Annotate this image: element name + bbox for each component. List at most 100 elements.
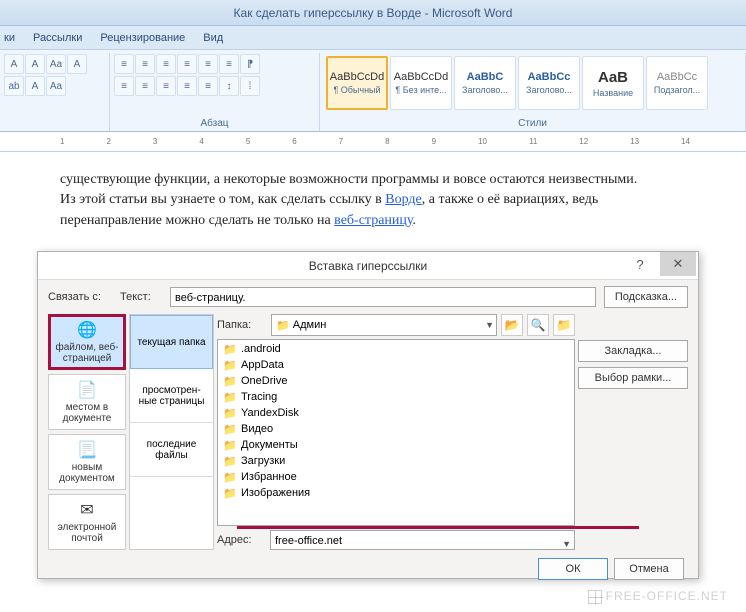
align-btn[interactable]: ≡ bbox=[177, 76, 197, 96]
watermark: FREE-OFFICE.NET bbox=[588, 589, 728, 604]
folder-icon: 📁 bbox=[223, 455, 237, 468]
browse-mode-list: текущая папка просмотрен-ные страницы по… bbox=[129, 314, 214, 550]
new-doc-icon: 📃 bbox=[77, 440, 97, 460]
globe-icon: 🌐 bbox=[77, 320, 97, 340]
folder-icon: 📁 bbox=[223, 391, 237, 404]
help-icon[interactable]: ? bbox=[622, 252, 658, 276]
highlight-btn[interactable]: A bbox=[25, 76, 45, 96]
up-folder-icon[interactable]: 📂 bbox=[501, 314, 523, 336]
align-btn[interactable]: ≡ bbox=[114, 76, 134, 96]
hyperlink[interactable]: веб-страницу bbox=[334, 213, 412, 228]
indent-btn[interactable]: ≡ bbox=[177, 54, 197, 74]
bookmark-button[interactable]: Закладка... bbox=[578, 340, 688, 362]
browse-current-folder[interactable]: текущая папка bbox=[130, 315, 213, 369]
doc-text: Из этой статьи вы узнаете о том, как сде… bbox=[60, 192, 385, 207]
style-item[interactable]: AaBbCcDd¶ Обычный bbox=[326, 56, 388, 110]
folder-icon: 📁 bbox=[223, 423, 237, 436]
font-color-btn[interactable]: Aa bbox=[46, 76, 66, 96]
font-btn[interactable]: A bbox=[4, 54, 24, 74]
window-title: Как сделать гиперссылку в Ворде - Micros… bbox=[0, 0, 746, 26]
cancel-button[interactable]: Отмена bbox=[614, 558, 684, 580]
style-item[interactable]: AaBНазвание bbox=[582, 56, 644, 110]
shading-btn[interactable]: ↕ bbox=[219, 76, 239, 96]
ribbon-tab[interactable]: Рассылки bbox=[33, 32, 82, 44]
border-btn[interactable]: ⁞ bbox=[240, 76, 260, 96]
link-type-file-webpage[interactable]: 🌐файлом, веб-страницей bbox=[48, 314, 126, 370]
link-type-new-doc[interactable]: 📃новым документом bbox=[48, 434, 126, 490]
style-item[interactable]: AaBbCЗаголово... bbox=[454, 56, 516, 110]
folder-icon: 📁 bbox=[223, 471, 237, 484]
chevron-down-icon: ▼ bbox=[562, 534, 571, 554]
address-label: Адрес: bbox=[217, 534, 267, 546]
file-item[interactable]: 📁.android bbox=[219, 341, 573, 357]
spacing-btn[interactable]: ≡ bbox=[198, 76, 218, 96]
style-item[interactable]: AaBbCcDd¶ Без инте... bbox=[390, 56, 452, 110]
tooltip-button[interactable]: Подсказка... bbox=[604, 286, 688, 308]
indent-btn[interactable]: ≡ bbox=[198, 54, 218, 74]
dialog-title: Вставка гиперссылки ? ✕ bbox=[38, 252, 698, 280]
link-type-place-in-doc[interactable]: 📄местом в документе bbox=[48, 374, 126, 430]
file-item[interactable]: 📁Избранное bbox=[219, 469, 573, 485]
ribbon-tab[interactable]: ки bbox=[4, 32, 15, 44]
document-area[interactable]: существующие функции, а некоторые возмож… bbox=[0, 152, 746, 241]
ruler[interactable]: 1234567891011121314 bbox=[0, 132, 746, 152]
text-input[interactable]: веб-страницу. bbox=[170, 287, 596, 307]
hyperlink[interactable]: Ворде bbox=[385, 192, 422, 207]
file-item[interactable]: 📁Видео bbox=[219, 421, 573, 437]
folder-icon: 📁 bbox=[223, 407, 237, 420]
list-btn[interactable]: ≡ bbox=[114, 54, 134, 74]
link-type-email[interactable]: ✉электронной почтой bbox=[48, 494, 126, 550]
font-btn[interactable]: A bbox=[25, 54, 45, 74]
folder-icon: 📁 bbox=[223, 487, 237, 500]
folder-label: Папка: bbox=[217, 319, 267, 331]
font-btn[interactable]: ab bbox=[4, 76, 24, 96]
browse-file-icon[interactable]: 📁 bbox=[553, 314, 575, 336]
folder-combo[interactable]: 📁 Админ ▼ bbox=[271, 314, 497, 336]
clear-format-btn[interactable]: A bbox=[67, 54, 87, 74]
doc-text: , а также о её вариациях, ведь bbox=[422, 192, 598, 207]
text-label: Текст: bbox=[120, 291, 170, 303]
doc-text: перенаправление можно сделать не только … bbox=[60, 213, 334, 228]
file-item[interactable]: 📁AppData bbox=[219, 357, 573, 373]
align-btn[interactable]: ≡ bbox=[135, 76, 155, 96]
doc-text: существующие функции, а некоторые возмож… bbox=[60, 172, 637, 187]
file-item[interactable]: 📁Изображения bbox=[219, 485, 573, 501]
align-btn[interactable]: ≡ bbox=[156, 76, 176, 96]
address-input[interactable]: free-office.net▼ bbox=[270, 530, 575, 550]
pilcrow-btn[interactable]: ⁋ bbox=[240, 54, 260, 74]
group-label bbox=[4, 128, 105, 130]
folder-icon: 📁 bbox=[223, 343, 237, 356]
highlight-underline bbox=[237, 526, 639, 529]
ribbon-tabs: ки Рассылки Рецензирование Вид bbox=[0, 26, 746, 50]
font-btn[interactable]: Aa bbox=[46, 54, 66, 74]
windows-icon bbox=[588, 590, 602, 604]
browse-browsed-pages[interactable]: просмотрен-ные страницы bbox=[130, 369, 213, 423]
file-item[interactable]: 📁Загрузки bbox=[219, 453, 573, 469]
styles-gallery: AaBbCcDd¶ Обычный AaBbCcDd¶ Без инте... … bbox=[324, 54, 741, 112]
close-icon[interactable]: ✕ bbox=[660, 252, 696, 276]
folder-icon: 📁 bbox=[276, 319, 290, 332]
target-frame-button[interactable]: Выбор рамки... bbox=[578, 367, 688, 389]
list-btn[interactable]: ≡ bbox=[135, 54, 155, 74]
doc-text: . bbox=[413, 213, 417, 228]
folder-icon: 📁 bbox=[223, 359, 237, 372]
browse-web-icon[interactable]: 🔍 bbox=[527, 314, 549, 336]
ok-button[interactable]: ОК bbox=[538, 558, 608, 580]
list-btn[interactable]: ≡ bbox=[156, 54, 176, 74]
browse-recent-files[interactable]: последние файлы bbox=[130, 423, 213, 477]
style-item[interactable]: AaBbCcПодзагол... bbox=[646, 56, 708, 110]
file-item[interactable]: 📁YandexDisk bbox=[219, 405, 573, 421]
insert-hyperlink-dialog: Вставка гиперссылки ? ✕ Связать с: Текст… bbox=[37, 251, 699, 579]
file-item[interactable]: 📁OneDrive bbox=[219, 373, 573, 389]
chevron-down-icon: ▼ bbox=[485, 320, 494, 330]
ribbon-tab[interactable]: Рецензирование bbox=[100, 32, 185, 44]
sort-btn[interactable]: ≡ bbox=[219, 54, 239, 74]
file-item[interactable]: 📁Tracing bbox=[219, 389, 573, 405]
group-label-styles: Стили bbox=[324, 117, 741, 130]
ribbon-tab[interactable]: Вид bbox=[203, 32, 223, 44]
style-item[interactable]: AaBbCcЗаголово... bbox=[518, 56, 580, 110]
ribbon-body: A A Aa A ab A Aa ≡ ≡ ≡ ≡ ≡ ≡ ⁋ bbox=[0, 50, 746, 132]
file-list[interactable]: 📁.android📁AppData📁OneDrive📁Tracing📁Yande… bbox=[217, 339, 575, 526]
group-label-paragraph: Абзац bbox=[114, 117, 315, 130]
file-item[interactable]: 📁Документы bbox=[219, 437, 573, 453]
